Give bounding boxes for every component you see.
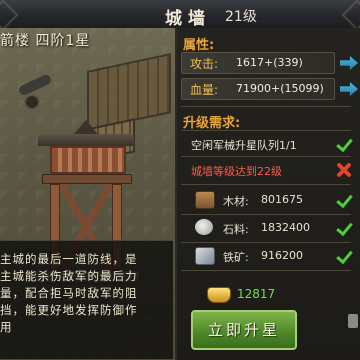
divider bbox=[181, 242, 351, 243]
requirement-queue: 空闲军械升星队列1/1 bbox=[181, 134, 357, 156]
resource-value: 801675 bbox=[261, 193, 303, 206]
info-panel: 属性: 攻击: 1617+(339) 血量: 71900+(15099) 升级需… bbox=[177, 28, 360, 360]
resource-stone: 石料: 1832400 bbox=[181, 218, 357, 240]
requirement-text: 空闲军械升星队列1/1 bbox=[191, 139, 297, 152]
requirements-heading: 升级需求: bbox=[183, 116, 241, 131]
resource-wood: 木材: 801675 bbox=[181, 190, 357, 212]
resource-label: 石料: bbox=[223, 223, 249, 236]
check-icon bbox=[335, 247, 353, 265]
side-handle-icon[interactable] bbox=[348, 314, 358, 328]
divider bbox=[181, 106, 351, 107]
health-value: 71900+(15099) bbox=[236, 82, 324, 95]
divider bbox=[181, 270, 351, 271]
gold-cost: 12817 bbox=[207, 284, 347, 306]
attack-value: 1617+(339) bbox=[236, 56, 303, 69]
resource-label: 木材: bbox=[223, 195, 249, 208]
check-icon bbox=[335, 135, 353, 153]
title-bar: 城墙 21级 bbox=[0, 0, 360, 31]
divider bbox=[181, 184, 351, 185]
title-ornament-left bbox=[0, 0, 19, 31]
cross-icon bbox=[335, 161, 353, 179]
building-level: 21级 bbox=[225, 9, 257, 25]
building-description: 主城的最后一道防线，是 主城能杀伤敌军的最后力 量，配合拒马时敌军的阻 挡，能更… bbox=[0, 252, 138, 334]
attack-upgrade-arrow-icon bbox=[340, 56, 358, 70]
divider bbox=[181, 130, 351, 131]
building-name: 箭楼 四阶1星 bbox=[0, 33, 91, 49]
gold-ingot-icon bbox=[207, 287, 231, 303]
divider bbox=[181, 214, 351, 215]
attack-row: 攻击: 1617+(339) bbox=[181, 52, 335, 74]
iron-icon bbox=[195, 247, 215, 265]
check-icon bbox=[335, 219, 353, 237]
page-title: 城墙 bbox=[165, 9, 211, 29]
cannon-wheel-decoration bbox=[24, 94, 40, 110]
health-label: 血量: bbox=[190, 83, 219, 97]
health-upgrade-arrow-icon bbox=[340, 82, 358, 96]
title-ornament-right bbox=[341, 0, 360, 31]
resource-iron: 铁矿: 916200 bbox=[181, 246, 357, 268]
divider bbox=[181, 156, 351, 157]
description-box: 主城的最后一道防线，是 主城能杀伤敌军的最后力 量，配合拒马时敌军的阻 挡，能更… bbox=[0, 240, 173, 359]
resource-value: 1832400 bbox=[261, 221, 310, 234]
cannon-decoration bbox=[17, 73, 53, 97]
upgrade-now-button[interactable]: 立即升星 bbox=[191, 310, 297, 350]
gold-amount: 12817 bbox=[237, 287, 276, 301]
requirement-text: 城墙等级达到22级 bbox=[191, 165, 282, 178]
stone-icon bbox=[195, 219, 213, 235]
wood-icon bbox=[195, 191, 215, 209]
attack-label: 攻击: bbox=[190, 57, 219, 71]
resource-label: 铁矿: bbox=[223, 251, 249, 264]
attributes-heading: 属性: bbox=[183, 38, 215, 53]
resource-value: 916200 bbox=[261, 249, 303, 262]
requirement-wall-level: 城墙等级达到22级 bbox=[181, 160, 357, 182]
health-row: 血量: 71900+(15099) bbox=[181, 78, 335, 100]
check-icon bbox=[335, 191, 353, 209]
building-scene: 箭楼 四阶1星 主城的最后一道防线，是 主城能杀伤敌军的最后力 量，配合拒马时敌… bbox=[0, 28, 177, 360]
